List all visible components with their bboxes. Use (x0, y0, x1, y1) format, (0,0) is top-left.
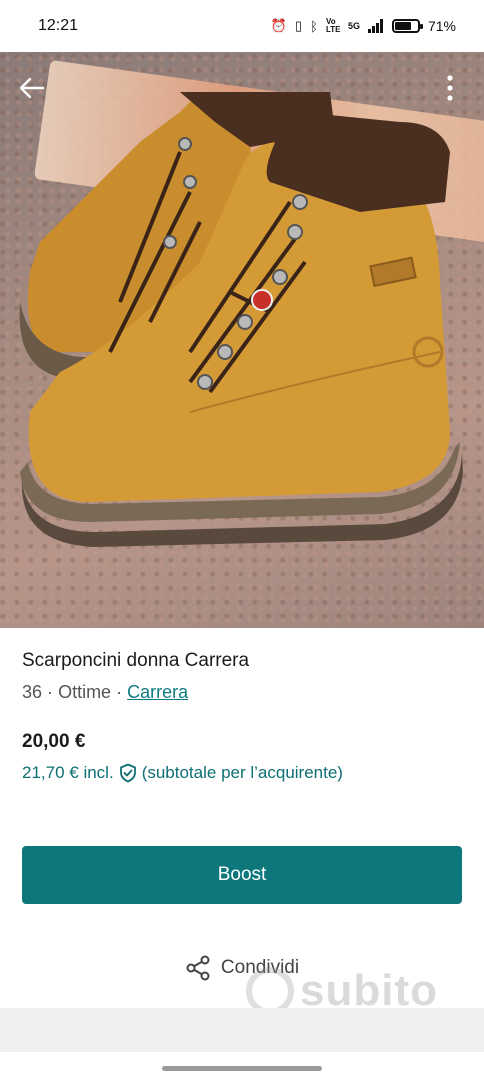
signal-icon (367, 19, 383, 33)
status-bar: 12:21 ⏰ ▯ ᛒ Vo LTE 5G 71% (0, 0, 484, 52)
buyer-price: 21,70 € incl. (22, 763, 114, 782)
back-button[interactable] (14, 70, 50, 106)
buyer-price-note: (subtotale per l’acquirente) (141, 763, 343, 782)
battery-percent: 71% (427, 18, 456, 34)
home-indicator[interactable] (162, 1066, 322, 1071)
more-vertical-icon (447, 75, 453, 101)
boost-button-label: Boost (217, 864, 267, 885)
separator: · (116, 682, 123, 702)
network-label: 5G (347, 21, 360, 31)
boost-button[interactable]: Boost (22, 846, 462, 904)
battery-fill (394, 22, 411, 30)
alarm-icon: ⏰ (270, 18, 287, 33)
share-icon (186, 955, 210, 981)
more-options-button[interactable] (432, 70, 468, 106)
bluetooth-icon: ᛒ (310, 18, 318, 34)
bottom-gray-band (0, 1008, 484, 1052)
listing-size: 36 (22, 682, 43, 702)
battery-icon (391, 19, 423, 33)
product-photo[interactable] (0, 52, 484, 628)
separator: · (47, 682, 54, 702)
listing-attributes: 36 · Ottime · Carrera (22, 682, 462, 703)
listing-price: 20,00 € (22, 731, 86, 752)
boots-illustration (19, 92, 463, 547)
buyer-price-row: 21,70 € incl. (subtotale per l’acquirent… (22, 763, 462, 783)
vibrate-icon: ▯ (294, 18, 303, 33)
listing-title: Scarponcini donna Carrera (22, 650, 250, 671)
status-time: 12:21 (38, 17, 79, 34)
shield-check-icon[interactable] (118, 763, 138, 783)
status-icons: ⏰ ▯ ᛒ Vo LTE 5G 71% (270, 17, 456, 35)
brand-link[interactable]: Carrera (127, 682, 188, 702)
volte-label: Vo LTE (325, 17, 341, 34)
listing-details: Scarponcini donna Carrera 36 · Ottime · … (22, 650, 462, 783)
arrow-left-icon (19, 77, 45, 99)
listing-condition: Ottime (58, 682, 112, 702)
